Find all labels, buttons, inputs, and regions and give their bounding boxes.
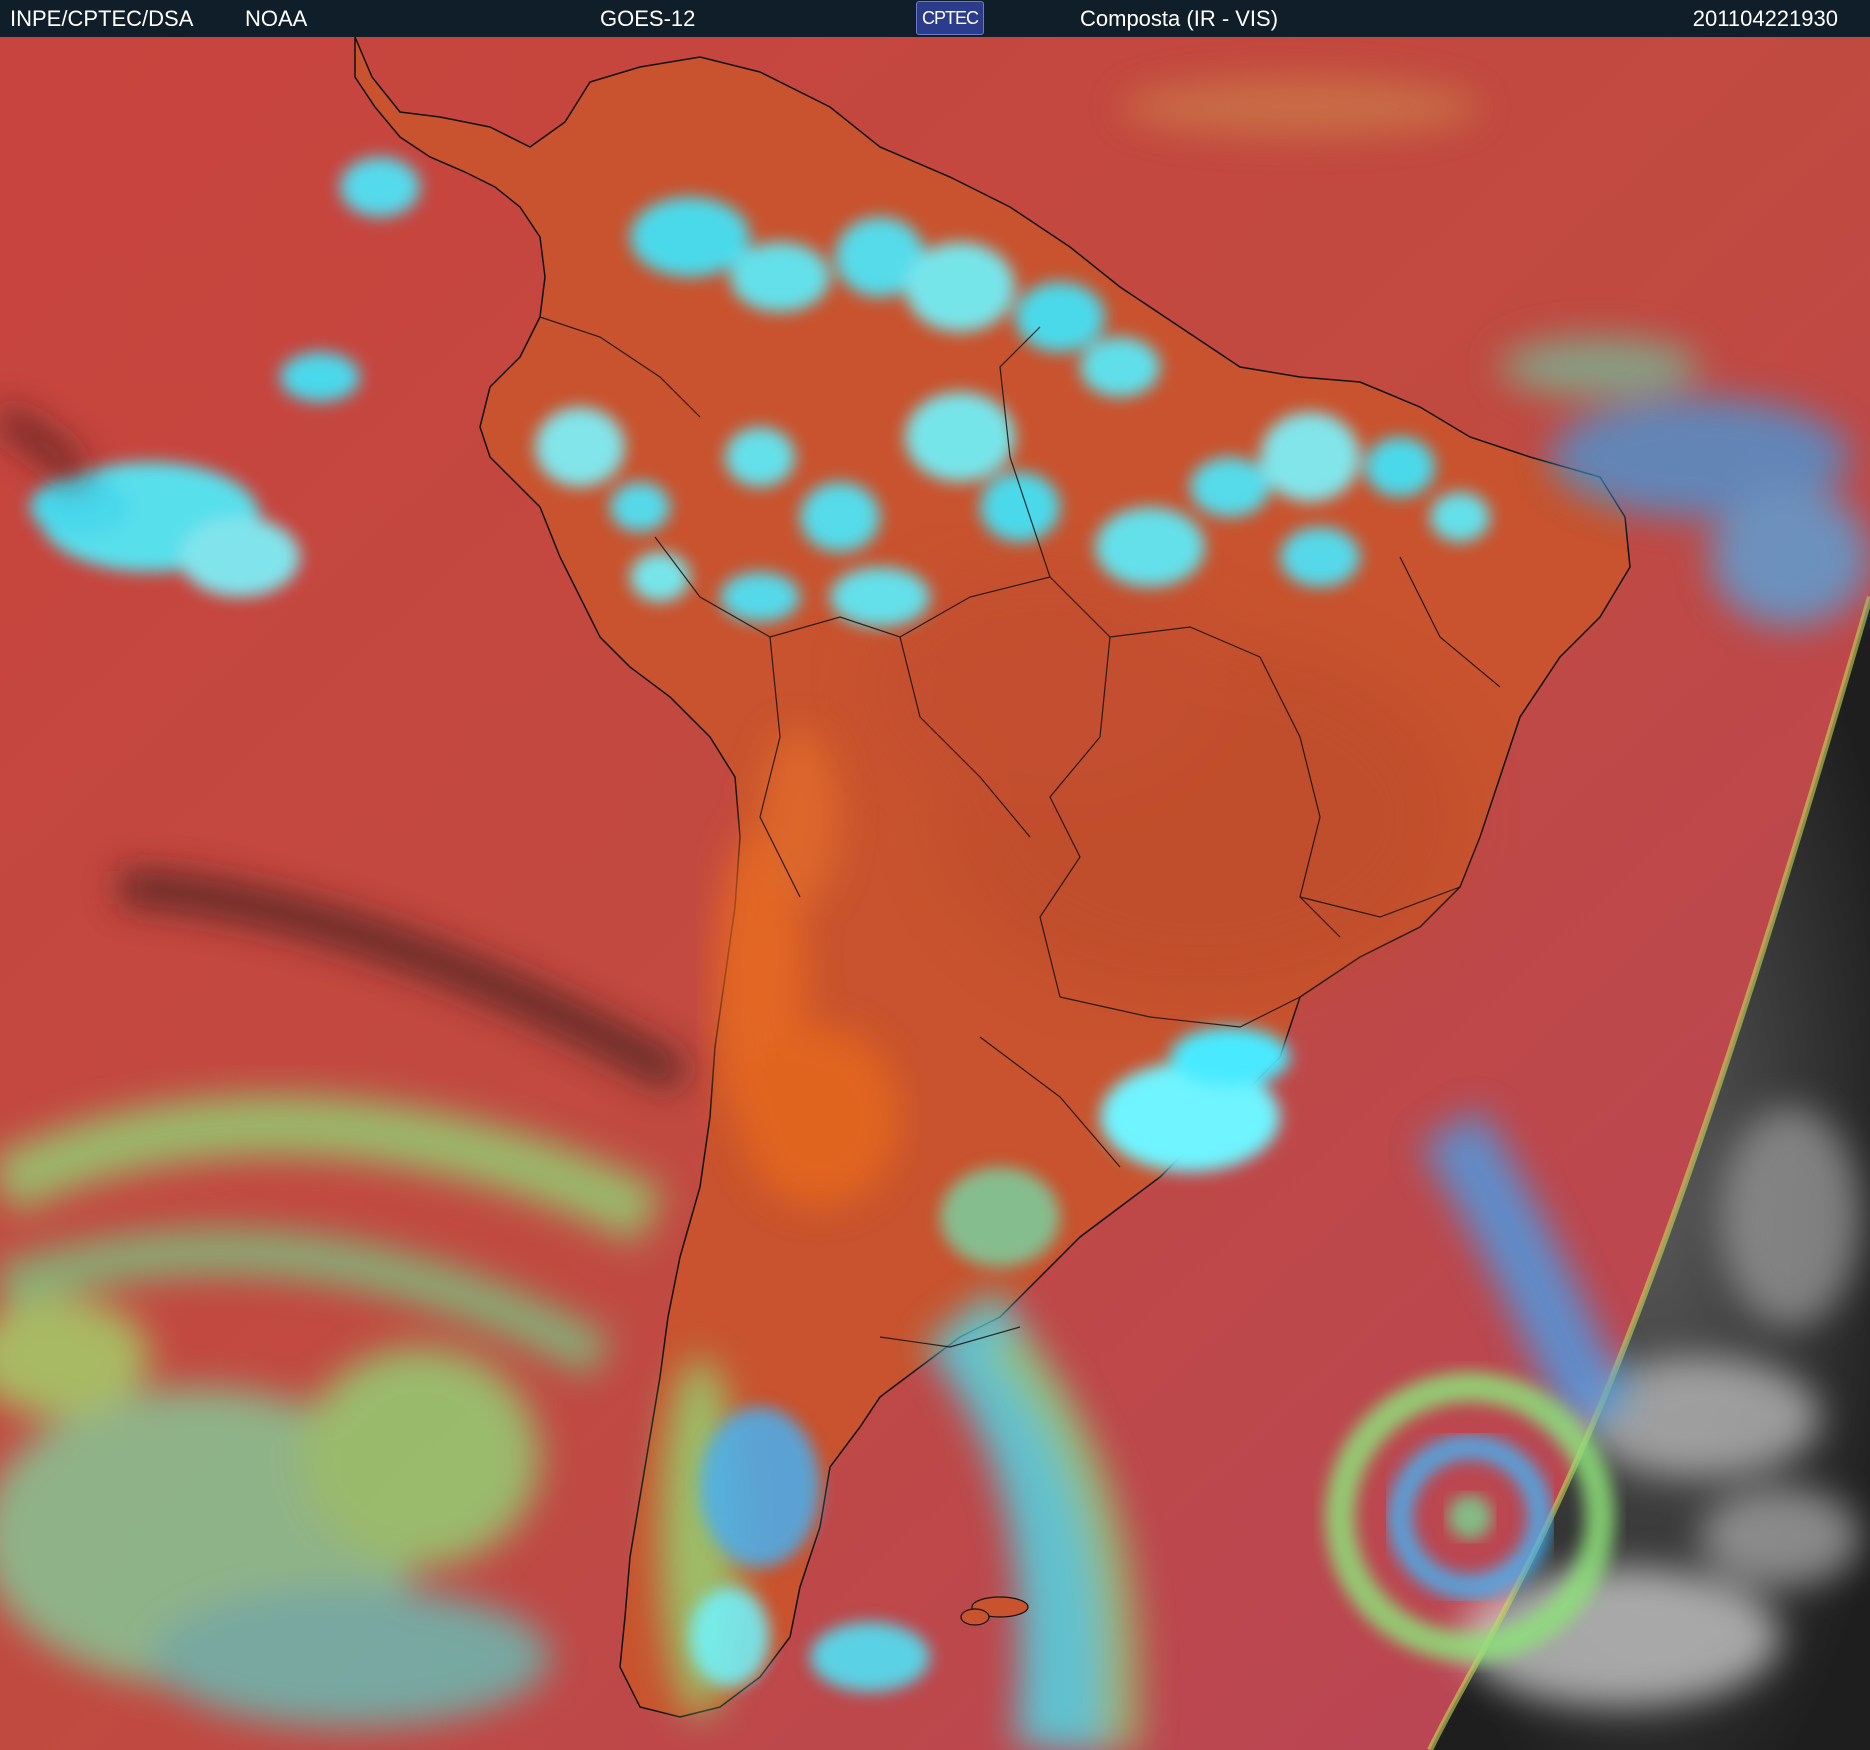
timestamp-label: 201104221930	[1692, 6, 1838, 31]
institution-label: INPE/CPTEC/DSA	[10, 6, 194, 31]
image-header-bar: INPE/CPTEC/DSA NOAA GOES-12 CPTEC Compos…	[0, 0, 1870, 37]
cptec-logo: CPTEC	[916, 1, 984, 35]
satellite-composite-image	[0, 37, 1870, 1750]
product-label: Composta (IR - VIS)	[1080, 6, 1279, 31]
satellite-label: GOES-12	[600, 6, 696, 31]
agency-label: NOAA	[245, 6, 308, 31]
cptec-logo-text: CPTEC	[921, 8, 979, 28]
